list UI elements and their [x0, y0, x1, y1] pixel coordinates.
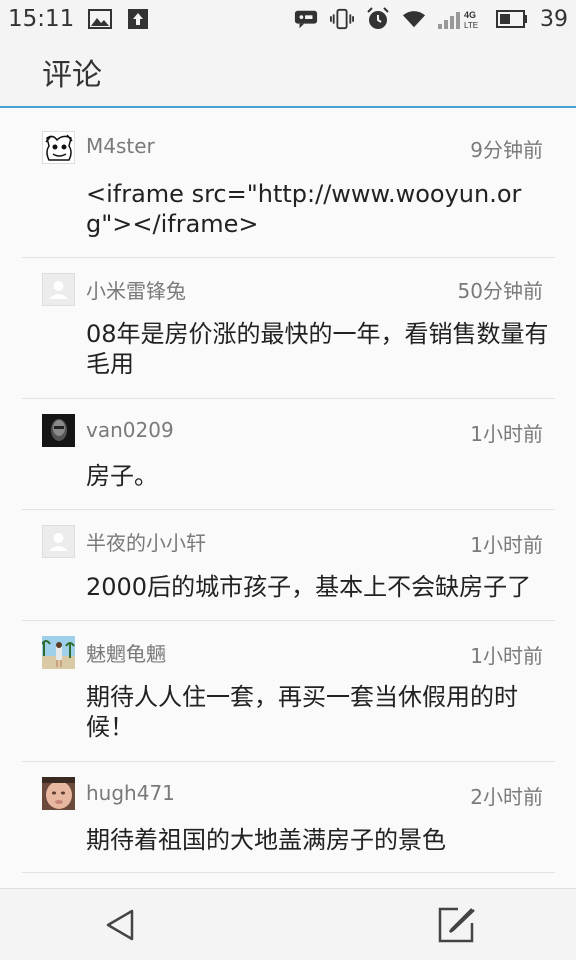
- comment-username[interactable]: 魅魍龟魎: [86, 638, 166, 667]
- comment-item[interactable]: 小米雷锋兔 50分钟前 08年是房价涨的最快的一年，看销售数量有毛用: [22, 258, 555, 399]
- comment-time: 1小时前: [470, 422, 543, 446]
- comment-item[interactable]: hugh471 2小时前 期待着祖国的大地盖满房子的景色: [22, 762, 555, 873]
- comment-item[interactable]: 半夜的小小轩 1小时前 2000后的城市孩子，基本上不会缺房子了: [22, 510, 555, 621]
- comment-username[interactable]: van0209: [86, 418, 174, 442]
- compose-icon[interactable]: [436, 905, 476, 945]
- comment-time: 2小时前: [470, 785, 543, 809]
- comment-time: 50分钟前: [457, 279, 543, 303]
- user-avatar[interactable]: [42, 636, 75, 669]
- comment-text: <iframe src="http://www.wooyun.org"></if…: [86, 180, 522, 238]
- comment-username[interactable]: 小米雷锋兔: [86, 275, 186, 304]
- comment-list[interactable]: M4ster 9分钟前 <iframe src="http://www.wooy…: [0, 110, 576, 888]
- svg-text:4G: 4G: [464, 10, 476, 20]
- comment-text: 2000后的城市孩子，基本上不会缺房子了: [86, 573, 532, 601]
- image-icon: [88, 8, 113, 30]
- comment-username[interactable]: hugh471: [86, 781, 175, 805]
- alarm-icon: [366, 7, 390, 30]
- comment-username[interactable]: M4ster: [86, 134, 155, 158]
- comment-text: 期待人人住一套，再买一套当休假用的时候！: [86, 683, 518, 741]
- svg-text:LTE: LTE: [464, 21, 478, 30]
- battery-level: 39: [540, 6, 568, 32]
- app-header: 评论: [0, 38, 576, 108]
- wifi-icon: [402, 8, 426, 30]
- comment-text: 房子。: [86, 462, 158, 490]
- bottom-nav-bar: [0, 888, 576, 960]
- user-avatar[interactable]: [42, 414, 75, 447]
- vibrate-icon: [330, 8, 354, 30]
- back-icon[interactable]: [102, 907, 138, 943]
- user-avatar[interactable]: [42, 777, 75, 810]
- comment-time: 9分钟前: [470, 138, 543, 162]
- upload-icon: [126, 8, 150, 30]
- page-title: 评论: [42, 58, 102, 93]
- comment-time: 1小时前: [470, 644, 543, 668]
- status-bar: 15:11 4G LTE 39: [0, 0, 576, 38]
- user-avatar[interactable]: [42, 525, 75, 558]
- user-avatar[interactable]: [42, 131, 75, 164]
- message-icon: [294, 8, 318, 30]
- user-avatar[interactable]: [42, 273, 75, 306]
- comment-item[interactable]: M4ster 9分钟前 <iframe src="http://www.wooy…: [22, 110, 555, 258]
- comment-time: 1小时前: [470, 533, 543, 557]
- battery-icon: [496, 8, 528, 30]
- comment-username[interactable]: 半夜的小小轩: [86, 527, 206, 556]
- comment-text: 08年是房价涨的最快的一年，看销售数量有毛用: [86, 320, 549, 378]
- comment-item[interactable]: van0209 1小时前 房子。: [22, 399, 555, 510]
- comment-item[interactable]: 魅魍龟魎 1小时前 期待人人住一套，再买一套当休假用的时候！: [22, 621, 555, 762]
- comment-text: 期待着祖国的大地盖满房子的景色: [86, 826, 446, 854]
- status-time: 15:11: [8, 6, 75, 32]
- signal-icon: 4G LTE: [438, 8, 484, 30]
